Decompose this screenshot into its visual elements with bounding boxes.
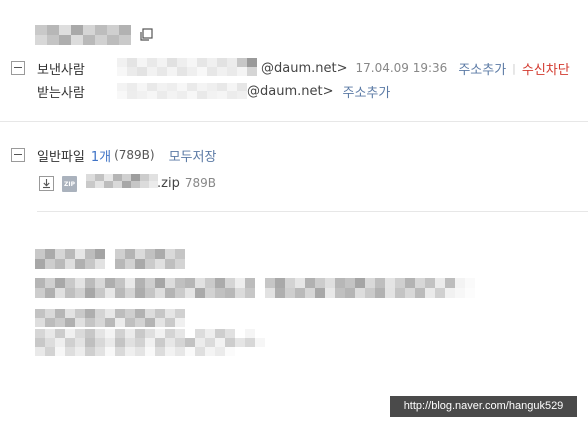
- download-attachment-button[interactable]: [39, 176, 54, 191]
- add-sender-contact-link[interactable]: 주소추가: [458, 59, 506, 78]
- sender-domain: @daum.net>: [261, 60, 348, 76]
- body-line-4-redacted: [35, 329, 265, 356]
- attachments-label: 일반파일: [37, 149, 85, 165]
- sender-datetime: 17.04.09 19:36: [355, 61, 448, 75]
- attachment-filename-ext[interactable]: .zip: [157, 176, 180, 191]
- add-recipient-contact-link[interactable]: 주소추가: [342, 82, 390, 101]
- collapse-attachments-toggle[interactable]: [11, 148, 25, 162]
- sender-label: 보낸사람: [37, 62, 85, 78]
- sender-address-redacted[interactable]: [117, 58, 257, 76]
- block-sender-link[interactable]: 수신차단: [522, 59, 570, 78]
- copy-icon[interactable]: [139, 28, 153, 42]
- header-divider: [0, 121, 588, 122]
- zip-file-icon: ZIP: [62, 176, 77, 192]
- recipient-address-redacted[interactable]: [117, 83, 247, 99]
- recipient-row: 받는사람: [37, 82, 85, 101]
- recipient-meta: @daum.net> 주소추가: [247, 82, 390, 101]
- body-line-2-redacted: [35, 278, 475, 298]
- sender-row: 보낸사람: [37, 59, 85, 78]
- recipient-label: 받는사람: [37, 85, 85, 101]
- separator: |: [512, 61, 516, 75]
- attachment-size: 789B: [184, 176, 216, 190]
- attachment-count: 1개: [90, 149, 112, 165]
- body-line-3-redacted: [35, 309, 185, 327]
- attachment-filename-redacted[interactable]: [86, 174, 158, 188]
- body-line-1-redacted: [35, 249, 185, 269]
- mail-subject-redacted: [35, 25, 131, 45]
- attachments-divider: [37, 211, 588, 212]
- blog-watermark: http://blog.naver.com/hanguk529: [390, 396, 577, 417]
- attachments-header: 일반파일 1개 (789B) 모두저장: [37, 146, 217, 165]
- collapse-sender-toggle[interactable]: [11, 61, 25, 75]
- download-icon: [43, 179, 50, 189]
- sender-meta: @daum.net> 17.04.09 19:36 주소추가 | 수신차단: [261, 59, 570, 78]
- attachment-file[interactable]: .zip 789B: [157, 174, 216, 192]
- recipient-domain: @daum.net>: [247, 83, 334, 99]
- attachment-total-size: (789B): [114, 148, 155, 162]
- save-all-link[interactable]: 모두저장: [169, 146, 217, 165]
